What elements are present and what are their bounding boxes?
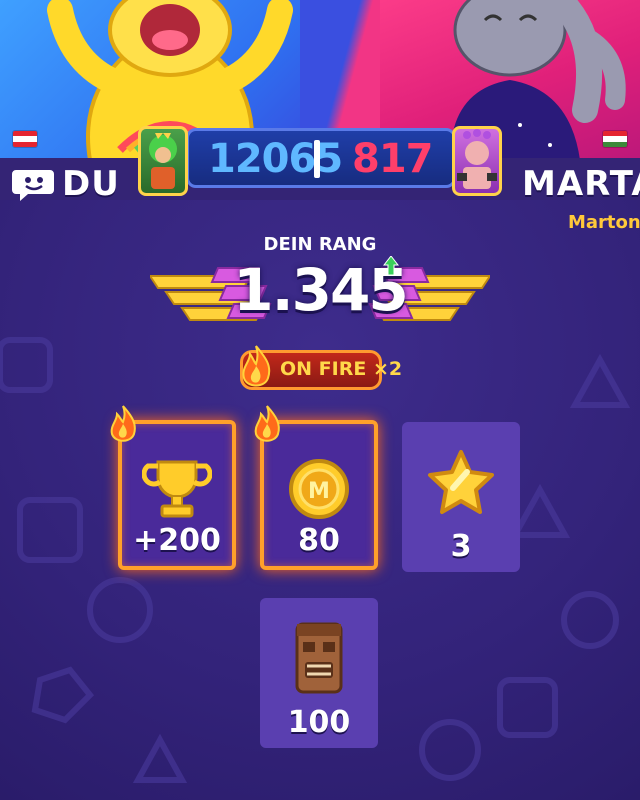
trophy-icon <box>142 460 212 518</box>
fire-badge-flame-icon <box>242 345 271 387</box>
reward-value-star: 3 <box>450 529 472 564</box>
player-left-flag-icon <box>12 130 38 148</box>
avatar-right-figure-icon <box>457 129 497 189</box>
reward-value-tiki: 100 <box>287 705 351 740</box>
score-left: 12065 <box>208 136 343 182</box>
coin-icon: M <box>289 459 349 519</box>
rank-value: 1.345 <box>233 256 408 324</box>
tiki-mask-icon <box>295 622 343 694</box>
chat-icon[interactable] <box>12 166 56 202</box>
player-left-name: DU <box>62 164 120 204</box>
player-right-name: MARTA <box>522 164 640 204</box>
reward-value-coin: 80 <box>298 523 340 558</box>
player-right-flag-icon <box>602 130 628 148</box>
avatar-left-figure-icon <box>149 133 177 189</box>
coin-letter: M <box>308 479 330 504</box>
reward-trophy-flame-icon <box>110 405 136 442</box>
reward-card-star: 3 <box>402 422 520 572</box>
star-icon <box>428 450 494 514</box>
reward-value-trophy: +200 <box>133 523 221 558</box>
rank-up-arrow-icon <box>383 256 399 276</box>
score-separator <box>314 140 320 178</box>
reward-card-tiki: 100 <box>260 598 378 748</box>
reward-coin-flame-icon <box>254 405 280 442</box>
player-right-avatar[interactable] <box>452 126 502 196</box>
score-right: 817 <box>352 136 433 182</box>
on-fire-label: ON FIRE ×2 <box>280 358 403 380</box>
rank-label: DEIN RANG <box>263 234 377 255</box>
player-right-subname: Marton <box>568 212 640 233</box>
player-left-avatar[interactable] <box>138 126 188 196</box>
